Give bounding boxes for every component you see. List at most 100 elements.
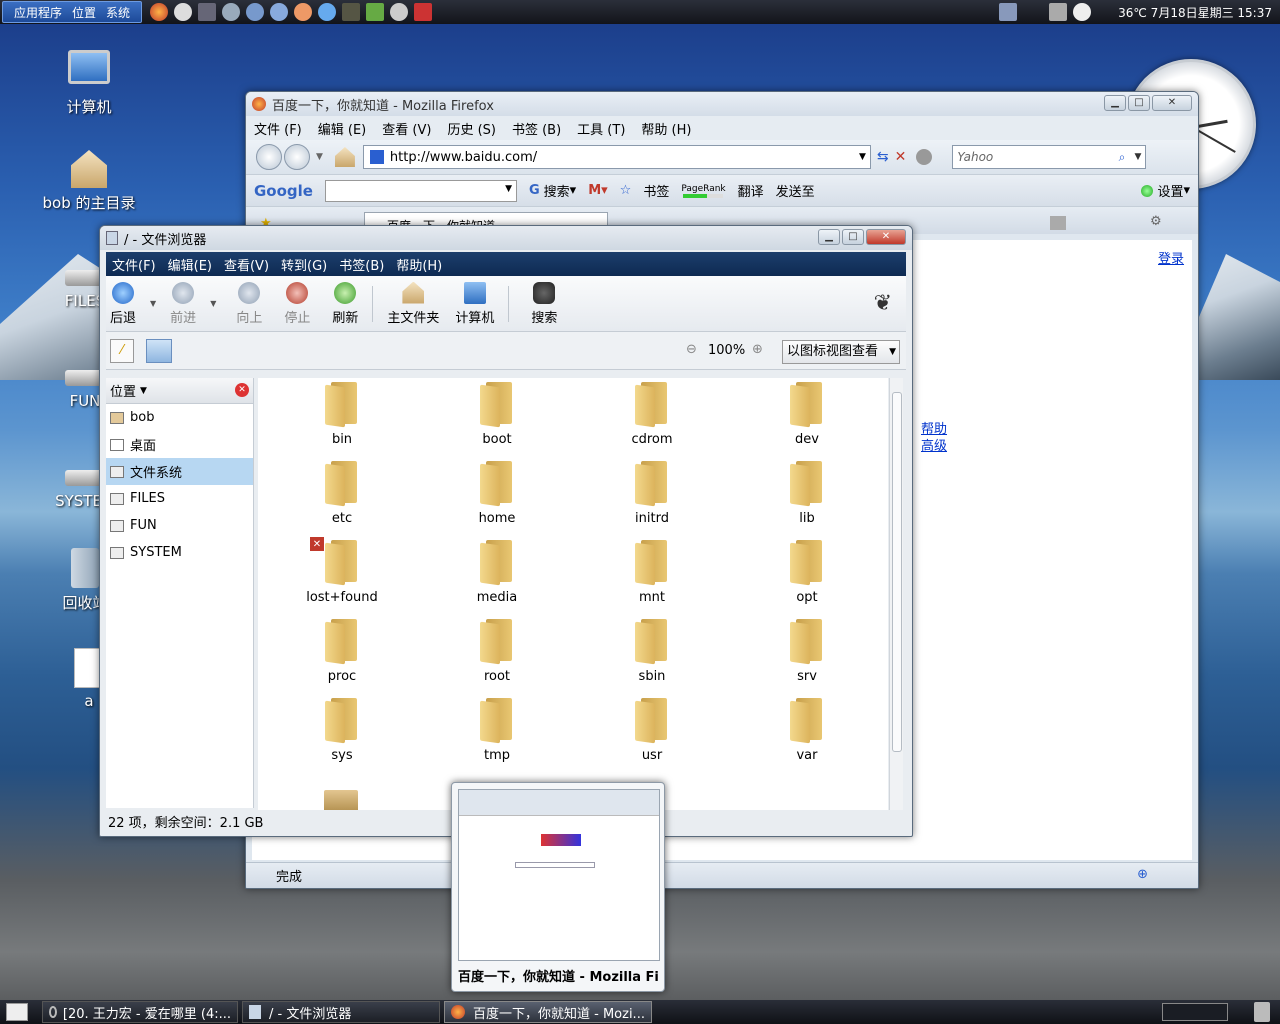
menu-history[interactable]: 历史 (S)	[447, 119, 496, 138]
zoom-in-icon[interactable]: ⊕	[752, 342, 763, 357]
back-button[interactable]	[256, 144, 282, 170]
forward-button[interactable]: 前进	[170, 281, 196, 326]
google-search-input[interactable]: ▼	[324, 179, 517, 202]
panel-clock[interactable]: 36℃ 7月18日星期三 15:37	[1118, 4, 1272, 21]
google-bookmarks-button[interactable]: 书签	[643, 181, 669, 200]
launcher-icon[interactable]	[246, 3, 265, 21]
menu-go[interactable]: 转到(G)	[281, 255, 327, 274]
folder-opt[interactable]: opt	[752, 540, 862, 605]
launcher-icon[interactable]	[366, 3, 385, 21]
search-icon[interactable]: ⌕	[1119, 146, 1126, 168]
icon-view-scrollbar[interactable]	[889, 378, 903, 810]
advanced-link[interactable]: 高级	[921, 435, 947, 454]
login-link[interactable]: 登录	[1158, 248, 1184, 267]
gmail-icon[interactable]: M▾	[588, 183, 607, 198]
pagerank-indicator[interactable]: PageRank	[681, 184, 726, 198]
menu-applications[interactable]: 应用程序	[14, 4, 62, 21]
view-mode-select[interactable]: 以图标视图查看 ▼	[782, 340, 900, 364]
search-box[interactable]: Yahoo ⌕ ▼	[952, 145, 1147, 169]
sidebar-item-fun[interactable]: FUN	[106, 512, 253, 539]
menu-tools[interactable]: 工具 (T)	[577, 119, 625, 138]
home-folder-button[interactable]: 主文件夹	[387, 281, 439, 326]
print-icon[interactable]	[1050, 216, 1066, 230]
close-button[interactable]: ✕	[866, 229, 906, 245]
volume-icon[interactable]	[1049, 3, 1067, 21]
terminal-launcher-icon[interactable]	[198, 3, 217, 21]
launcher-icon[interactable]	[342, 3, 361, 21]
menu-file[interactable]: 文件(F)	[112, 255, 156, 274]
search-button[interactable]: 搜索	[531, 281, 557, 326]
translate-button[interactable]: 翻译	[738, 181, 764, 200]
folder-cdrom[interactable]: cdrom	[597, 382, 707, 447]
folder-initrd[interactable]: initrd	[597, 461, 707, 526]
url-dropdown-icon[interactable]: ▼	[859, 152, 866, 162]
gear-icon[interactable]: ⚙	[1150, 214, 1162, 229]
history-dropdown-icon[interactable]: ▼	[316, 152, 323, 162]
launcher-icon[interactable]	[270, 3, 289, 21]
task-music-player[interactable]: [20. 王力宏 - 爱在哪里 (4:...	[42, 1001, 238, 1023]
stop-button[interactable]: 停止	[284, 281, 310, 326]
sidebar-item-filesystem[interactable]: 文件系统	[106, 458, 253, 485]
folder-root[interactable]: root	[442, 619, 552, 684]
show-desktop-icon[interactable]	[6, 1003, 28, 1021]
folder-sbin[interactable]: sbin	[597, 619, 707, 684]
addon-icon[interactable]	[916, 149, 933, 165]
url-bar[interactable]: http://www.baidu.com/ ▼	[362, 145, 871, 169]
workspace-switcher[interactable]	[1162, 1003, 1228, 1021]
desktop-icon-home[interactable]: bob 的主目录	[34, 150, 144, 213]
reload-button[interactable]: 刷新	[332, 281, 358, 326]
filesystem-path-button[interactable]	[146, 338, 172, 363]
firefox-launcher-icon[interactable]	[150, 3, 169, 21]
window-preview-popup[interactable]: 百度一下，你就知道 - Mozilla Fi...	[451, 782, 665, 992]
back-history-dropdown-icon[interactable]: ▼	[150, 299, 156, 308]
sidebar-header[interactable]: 位置 ▼ ✕	[106, 378, 253, 404]
task-firefox[interactable]: 百度一下，你就知道 - Mozi...	[444, 1001, 652, 1023]
maximize-button[interactable]: □	[842, 229, 864, 245]
menu-edit[interactable]: 编辑 (E)	[318, 119, 367, 138]
folder-tmp[interactable]: tmp	[442, 698, 552, 763]
sidebar-close-icon[interactable]: ✕	[235, 383, 249, 397]
menu-file[interactable]: 文件 (F)	[254, 119, 302, 138]
menu-help[interactable]: 帮助 (H)	[641, 119, 691, 138]
send-to-button[interactable]: 发送至	[776, 181, 815, 200]
folder-sys[interactable]: sys	[287, 698, 397, 763]
launcher-icon[interactable]	[174, 3, 193, 21]
trash-applet-icon[interactable]	[1254, 1002, 1270, 1022]
sidebar-item-files[interactable]: FILES	[106, 485, 253, 512]
menu-bookmarks[interactable]: 书签(B)	[339, 255, 384, 274]
folder-media[interactable]: media	[442, 540, 552, 605]
sidebar-item-system[interactable]: SYSTEM	[106, 539, 253, 566]
google-search-button[interactable]: G 搜索 ▾	[529, 181, 576, 200]
menu-places[interactable]: 位置	[72, 4, 96, 21]
forward-button[interactable]	[284, 144, 310, 170]
file-browser-titlebar[interactable]: / - 文件浏览器 ▁ □ ✕	[100, 226, 912, 250]
launcher-icon[interactable]	[390, 3, 409, 21]
up-button[interactable]: 向上	[236, 281, 262, 326]
back-button[interactable]: 后退	[110, 281, 136, 326]
folder-dev[interactable]: dev	[752, 382, 862, 447]
maximize-button[interactable]: □	[1128, 95, 1150, 111]
launcher-icon[interactable]	[294, 3, 313, 21]
minimize-button[interactable]: ▁	[818, 229, 840, 245]
folder-bin[interactable]: bin	[287, 382, 397, 447]
weather-icon[interactable]	[1073, 3, 1091, 21]
folder-lost-found[interactable]: ✕ lost+found	[287, 536, 397, 605]
folder-srv[interactable]: srv	[752, 619, 862, 684]
folder-etc[interactable]: etc	[287, 461, 397, 526]
forward-history-dropdown-icon[interactable]: ▼	[210, 299, 216, 308]
minimize-button[interactable]: ▁	[1104, 95, 1126, 111]
menu-view[interactable]: 查看 (V)	[382, 119, 431, 138]
folder-mnt[interactable]: mnt	[597, 540, 707, 605]
desktop-icon-computer[interactable]: 计算机	[34, 50, 144, 117]
menu-view[interactable]: 查看(V)	[224, 255, 269, 274]
scrollbar-thumb[interactable]	[892, 392, 902, 752]
folder-boot[interactable]: boot	[442, 382, 552, 447]
folder-var[interactable]: var	[752, 698, 862, 763]
main-menu[interactable]: 应用程序 位置 系统	[2, 1, 143, 23]
folder-usr[interactable]: usr	[597, 698, 707, 763]
folder-lib[interactable]: lib	[752, 461, 862, 526]
sidebar-dropdown-icon[interactable]: ▼	[140, 386, 147, 396]
sidebar-item-bob[interactable]: bob	[106, 404, 253, 431]
zoom-out-icon[interactable]: ⊖	[686, 342, 697, 357]
task-file-browser[interactable]: / - 文件浏览器	[242, 1001, 440, 1023]
